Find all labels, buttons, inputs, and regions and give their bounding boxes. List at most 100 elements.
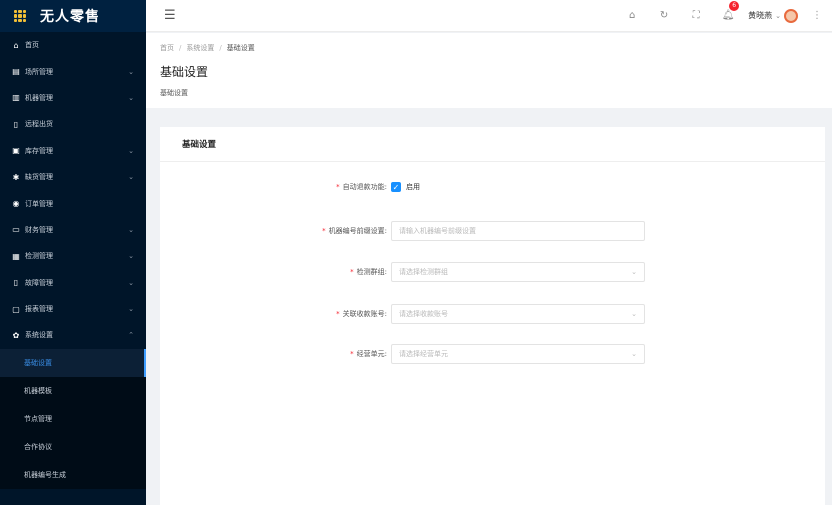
app-grid-icon	[14, 10, 26, 22]
sidebar: 无人零售 ⌂ 首页 ▤ 场所管理 ⌄ ▥ 机器管理 ⌄ ▯ 远程出货 ▣ 库存管理 ⌄ ✱ 缺货管理 ⌄ ◉ 订单…	[0, 0, 146, 505]
sidebar-item-2[interactable]: ▥ 机器管理 ⌄	[0, 85, 146, 111]
card-title: 基础设置	[160, 127, 825, 162]
logo[interactable]: 无人零售	[0, 0, 146, 32]
breadcrumb-current: 基础设置	[226, 44, 255, 52]
inventory-icon: ▣	[12, 146, 20, 156]
sidebar-item-11[interactable]: ✿ 系统设置 ⌃	[0, 322, 146, 348]
account-placeholder: 请选择收款账号	[399, 310, 448, 318]
unit-select[interactable]: 请选择经营单元 ⌄	[391, 344, 645, 364]
home-icon: ⌂	[13, 40, 19, 50]
sidebar-item-8[interactable]: ▦ 检测管理 ⌄	[0, 243, 146, 269]
account-select[interactable]: 请选择收款账号 ⌄	[391, 304, 645, 324]
user-menu[interactable]: 黄晓燕 ⌄	[748, 8, 798, 23]
sidebar-item-label: 故障管理	[25, 278, 53, 287]
prefix-input[interactable]: 请输入机器编号前缀设置	[391, 221, 645, 241]
sidebar-item-3[interactable]: ▯ 远程出货	[0, 111, 146, 137]
page-header: 首页 / 系统设置 / 基础设置 基础设置 基础设置	[146, 33, 832, 108]
account-label: 关联收款账号:	[342, 310, 387, 318]
page-title: 基础设置	[160, 65, 209, 79]
sidebar-menu: ⌂ 首页 ▤ 场所管理 ⌄ ▥ 机器管理 ⌄ ▯ 远程出货 ▣ 库存管理 ⌄ ✱ 缺货管理 ⌄ ◉ 订单管理 ▭ 财务…	[0, 32, 146, 349]
submenu-item-0[interactable]: 基础设置	[0, 348, 146, 377]
auto-refund-checkbox[interactable]: ✓	[391, 182, 401, 192]
sidebar-item-label: 场所管理	[25, 67, 53, 76]
sidebar-item-label: 系统设置	[25, 331, 53, 340]
sidebar-item-label: 库存管理	[25, 146, 53, 155]
sidebar-item-label: 订单管理	[25, 199, 53, 208]
store-icon: ▤	[12, 67, 20, 77]
unit-placeholder: 请选择经营单元	[399, 350, 448, 358]
chevron-down-icon: ⌄	[128, 252, 134, 261]
breadcrumb-system[interactable]: 系统设置	[186, 44, 214, 52]
app-title: 无人零售	[40, 9, 100, 25]
submenu-item-3[interactable]: 合作协议	[0, 432, 146, 461]
order-icon: ◉	[12, 199, 20, 209]
submenu-item-2[interactable]: 节点管理	[0, 404, 146, 433]
chevron-down-icon: ⌄	[631, 268, 637, 276]
sidebar-item-7[interactable]: ▭ 财务管理 ⌄	[0, 217, 146, 243]
more-icon[interactable]: ⋮	[812, 10, 822, 21]
breadcrumb: 首页 / 系统设置 / 基础设置	[160, 44, 255, 52]
report-icon: ▢	[12, 304, 20, 314]
sidebar-item-label: 首页	[25, 41, 39, 50]
chevron-down-icon: ⌄	[128, 93, 134, 102]
sidebar-item-label: 报表管理	[25, 305, 53, 314]
sidebar-item-10[interactable]: ▢ 报表管理 ⌄	[0, 296, 146, 322]
prefix-label: 机器编号前缀设置:	[328, 227, 387, 235]
sidebar-item-4[interactable]: ▣ 库存管理 ⌄	[0, 138, 146, 164]
sidebar-item-5[interactable]: ✱ 缺货管理 ⌄	[0, 164, 146, 190]
top-header: ☰ ⌂ ↻ ⛶ 🔔︎ 6 黄晓燕 ⌄ ⋮	[146, 0, 832, 32]
group-row: * 检测群组: 请选择检测群组 ⌄	[160, 262, 645, 282]
remote-icon: ▯	[13, 119, 19, 129]
machine-icon: ▥	[12, 93, 20, 103]
check-icon: ▦	[12, 251, 20, 261]
username: 黄晓燕	[748, 11, 773, 20]
group-select[interactable]: 请选择检测群组 ⌄	[391, 262, 645, 282]
prefix-row: * 机器编号前缀设置: 请输入机器编号前缀设置	[160, 221, 645, 241]
fault-icon: ▯	[13, 278, 19, 288]
chevron-down-icon: ⌄	[775, 11, 781, 20]
chevron-down-icon: ⌄	[631, 350, 637, 358]
wrench-icon: ✱	[12, 172, 20, 182]
sidebar-item-1[interactable]: ▤ 场所管理 ⌄	[0, 58, 146, 84]
chevron-down-icon: ⌄	[128, 225, 134, 234]
chevron-down-icon: ⌄	[631, 310, 637, 318]
submenu-item-1[interactable]: 机器模板	[0, 376, 146, 405]
sidebar-item-label: 缺货管理	[25, 173, 53, 182]
bell-icon[interactable]: 🔔︎ 6	[712, 1, 744, 21]
sidebar-item-6[interactable]: ◉ 订单管理	[0, 190, 146, 216]
chevron-up-icon: ⌃	[128, 331, 134, 340]
menu-toggle-icon[interactable]: ☰	[164, 8, 176, 23]
chevron-down-icon: ⌄	[128, 278, 134, 287]
avatar	[784, 8, 798, 23]
sidebar-submenu: 基础设置 机器模板 节点管理 合作协议 机器编号生成	[0, 348, 146, 489]
sidebar-item-0[interactable]: ⌂ 首页	[0, 32, 146, 58]
unit-row: * 经营单元: 请选择经营单元 ⌄	[160, 344, 645, 364]
sidebar-item-label: 财务管理	[25, 225, 53, 234]
chevron-down-icon: ⌄	[128, 173, 134, 182]
chevron-down-icon: ⌄	[128, 305, 134, 314]
notification-badge: 6	[729, 1, 740, 11]
fullscreen-icon[interactable]: ⛶	[680, 10, 712, 21]
home-icon[interactable]: ⌂	[616, 10, 648, 21]
gear-icon: ✿	[12, 330, 20, 340]
sidebar-item-label: 远程出货	[25, 120, 53, 129]
group-label: 检测群组:	[356, 268, 387, 276]
auto-refund-label: 自动退款功能:	[342, 183, 387, 191]
sidebar-item-9[interactable]: ▯ 故障管理 ⌄	[0, 270, 146, 296]
account-row: * 关联收款账号: 请选择收款账号 ⌄	[160, 304, 645, 324]
refresh-icon[interactable]: ↻	[648, 10, 680, 21]
chevron-down-icon: ⌄	[128, 146, 134, 155]
page-subtitle: 基础设置	[160, 89, 188, 97]
auto-refund-row: * 自动退款功能: ✓ 启用	[336, 182, 420, 192]
sidebar-item-label: 检测管理	[25, 252, 53, 261]
auto-refund-checkbox-label[interactable]: 启用	[406, 182, 420, 192]
chevron-down-icon: ⌄	[128, 67, 134, 76]
submenu-item-4[interactable]: 机器编号生成	[0, 460, 146, 489]
settings-card: 基础设置 * 自动退款功能: ✓ 启用 * 机器编号前缀设置: 请输入机器编号前缀设…	[160, 127, 825, 505]
prefix-placeholder: 请输入机器编号前缀设置	[399, 227, 476, 235]
sidebar-item-label: 机器管理	[25, 93, 53, 102]
finance-icon: ▭	[12, 225, 20, 235]
group-placeholder: 请选择检测群组	[399, 268, 448, 276]
breadcrumb-home[interactable]: 首页	[160, 44, 174, 52]
unit-label: 经营单元:	[356, 350, 387, 358]
